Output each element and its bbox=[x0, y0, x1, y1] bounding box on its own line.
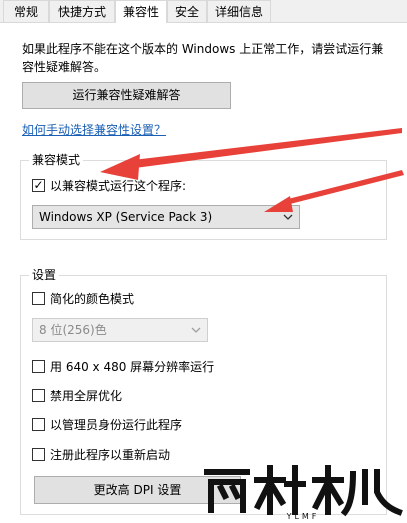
ylmf-watermark-logo: YLMF bbox=[203, 462, 403, 521]
watermark-sub: YLMF bbox=[286, 512, 320, 520]
red-arrow-annotations bbox=[100, 128, 404, 212]
red-arrow-2 bbox=[264, 170, 404, 212]
red-arrow-1 bbox=[100, 128, 402, 180]
